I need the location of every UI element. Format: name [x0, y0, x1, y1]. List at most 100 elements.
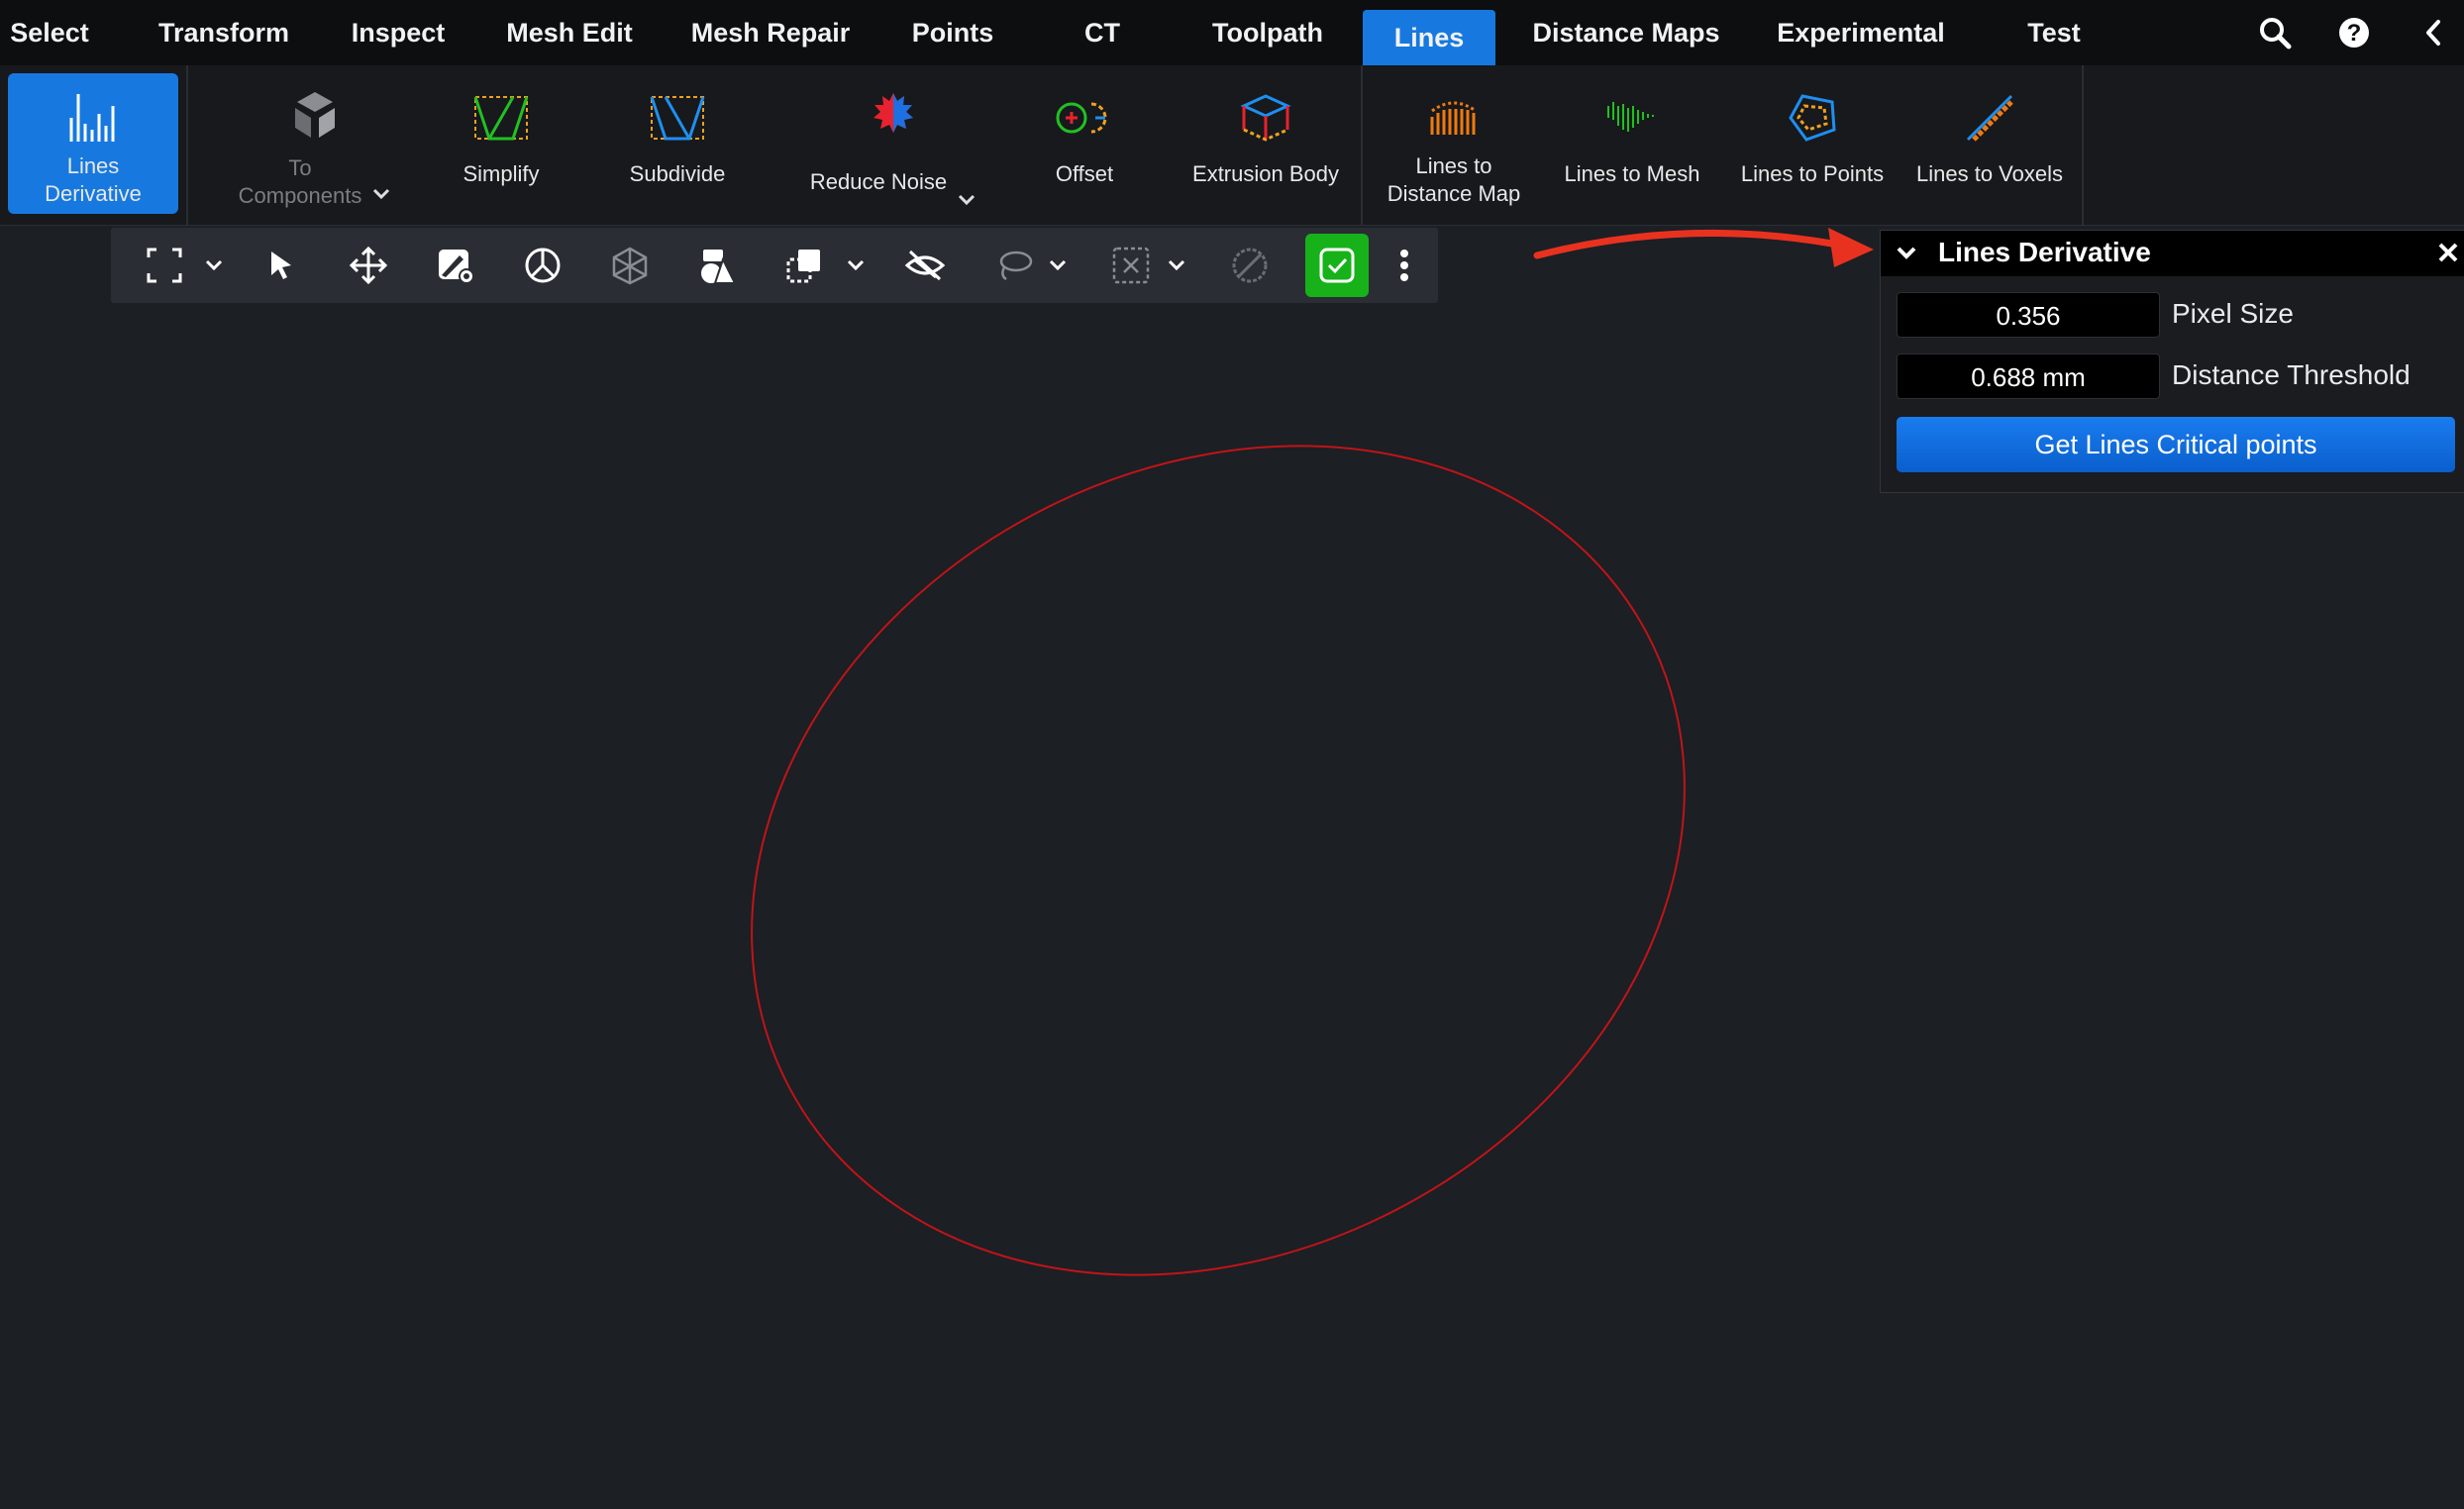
- ribbon-label: Simplify: [462, 161, 540, 186]
- tab-ct[interactable]: CT: [1070, 0, 1135, 65]
- chevron-down-icon[interactable]: [1042, 228, 1074, 303]
- tab-label: Mesh Edit: [506, 17, 633, 48]
- wireframe-cube-icon[interactable]: [598, 228, 662, 303]
- fit-view-icon[interactable]: [133, 228, 196, 303]
- divider: [2082, 65, 2084, 225]
- select-cursor-icon[interactable]: [250, 228, 313, 303]
- annotation-arrow: [1533, 229, 1836, 259]
- tab-label: Transform: [157, 17, 290, 48]
- paint-settings-icon[interactable]: [424, 228, 487, 303]
- move-icon[interactable]: [337, 228, 400, 303]
- reduce-noise-button[interactable]: Reduce Noise: [796, 73, 990, 214]
- lines-to-mesh-icon: [1597, 83, 1667, 152]
- tab-toolpath[interactable]: Toolpath: [1194, 0, 1341, 65]
- annotation-arrowhead: [1828, 228, 1874, 267]
- close-icon[interactable]: [2437, 242, 2459, 268]
- chevron-down-icon[interactable]: [371, 152, 391, 208]
- chevron-down-icon[interactable]: [198, 228, 230, 303]
- ribbon-label: Offset: [1055, 161, 1114, 186]
- chevron-down-icon[interactable]: [957, 158, 976, 214]
- pixel-size-field[interactable]: 0.356: [1897, 292, 2160, 338]
- ribbon-label: Extrusion Body: [1192, 161, 1339, 186]
- pixel-size-label: Pixel Size: [2172, 298, 2294, 329]
- viewport-canvas: [751, 228, 1874, 1276]
- lines-derivative-icon: [58, 83, 128, 152]
- tab-inspect[interactable]: Inspect: [343, 0, 454, 65]
- tab-experimental[interactable]: Experimental: [1769, 0, 1953, 65]
- lines-to-voxels-icon: [1955, 83, 2024, 152]
- main-tab-bar: Select Transform Inspect Mesh Edit Mesh …: [0, 0, 2464, 66]
- offset-button[interactable]: Offset: [1030, 73, 1139, 214]
- tab-label: Toolpath: [1212, 17, 1323, 48]
- to-components-button[interactable]: To Components: [226, 73, 404, 214]
- distance-threshold-label: Distance Threshold: [2172, 359, 2411, 390]
- lines-to-distance-map-icon: [1419, 83, 1489, 152]
- panel-title: Lines Derivative: [1938, 237, 2151, 267]
- hide-icon[interactable]: [893, 228, 957, 303]
- to-components-icon: [280, 83, 350, 152]
- ribbon-label: Lines to Mesh: [1564, 161, 1700, 186]
- peace-icon[interactable]: [511, 228, 574, 303]
- lines-to-points-icon: [1778, 83, 1847, 152]
- viewport-toolbar: [111, 228, 1438, 303]
- extrusion-body-icon: [1231, 83, 1300, 152]
- get-lines-critical-points-button[interactable]: Get Lines Critical points: [1897, 417, 2455, 472]
- tab-lines[interactable]: Lines: [1363, 10, 1495, 65]
- ribbon-label: Lines to Points: [1740, 161, 1885, 186]
- lines-to-distance-map-button[interactable]: Lines to Distance Map: [1377, 73, 1531, 214]
- ribbon-label: Lines to Distance Map: [1386, 153, 1521, 206]
- collapse-icon[interactable]: [2401, 0, 2464, 65]
- lines-to-points-button[interactable]: Lines to Points: [1731, 73, 1894, 214]
- divider: [186, 65, 188, 225]
- shapes-icon[interactable]: [685, 228, 749, 303]
- simplify-icon: [466, 83, 536, 152]
- copy-icon[interactable]: [772, 228, 836, 303]
- cancel-icon[interactable]: [1218, 228, 1282, 303]
- ribbon-toolbar: Lines Derivative To Components Simplify …: [0, 65, 2464, 226]
- ribbon-label: Subdivide: [629, 161, 726, 186]
- tab-label: Distance Maps: [1532, 17, 1720, 48]
- more-icon[interactable]: [1388, 228, 1420, 303]
- ribbon-label: Lines to Voxels: [1916, 161, 2063, 186]
- lines-to-mesh-button[interactable]: Lines to Mesh: [1555, 73, 1709, 214]
- svg-text:?: ?: [2347, 20, 2362, 47]
- extrusion-body-button[interactable]: Extrusion Body: [1177, 73, 1355, 214]
- help-icon[interactable]: ?: [2321, 0, 2387, 65]
- simplify-button[interactable]: Simplify: [432, 73, 570, 214]
- tab-points[interactable]: Points: [895, 0, 1010, 65]
- tab-label: Experimental: [1777, 17, 1945, 48]
- tab-label: Points: [911, 17, 994, 48]
- divider: [1361, 65, 1363, 225]
- lasso-icon[interactable]: [982, 228, 1046, 303]
- panel-header: Lines Derivative: [1881, 231, 2464, 276]
- tab-label: CT: [1084, 17, 1120, 48]
- tab-mesh-edit[interactable]: Mesh Edit: [495, 0, 644, 65]
- tab-label: Test: [2027, 17, 2081, 48]
- lines-derivative-button[interactable]: Lines Derivative: [8, 73, 178, 214]
- search-icon[interactable]: [2242, 0, 2308, 65]
- tab-transform[interactable]: Transform: [141, 0, 307, 65]
- ribbon-label: Lines Derivative: [45, 153, 142, 206]
- collapse-chevron-icon[interactable]: [1895, 241, 1918, 269]
- ribbon-label: To Components: [238, 155, 362, 208]
- lines-to-voxels-button[interactable]: Lines to Voxels: [1907, 73, 2072, 214]
- tab-mesh-repair[interactable]: Mesh Repair: [683, 0, 858, 65]
- deselect-box-icon[interactable]: [1099, 228, 1163, 303]
- offset-icon: [1050, 83, 1119, 152]
- tab-label: Select: [10, 17, 89, 48]
- tab-label: Inspect: [351, 17, 446, 48]
- distance-threshold-field[interactable]: 0.688 mm: [1897, 353, 2160, 399]
- chevron-down-icon[interactable]: [1161, 228, 1192, 303]
- chevron-down-icon[interactable]: [840, 228, 872, 303]
- reduce-noise-icon: [859, 83, 928, 143]
- subdivide-icon: [643, 83, 712, 152]
- confirm-icon[interactable]: [1305, 228, 1369, 303]
- tab-label: Lines: [1393, 22, 1465, 52]
- lines-derivative-panel: Lines Derivative 0.356 Pixel Size 0.688 …: [1880, 230, 2464, 493]
- tab-select[interactable]: Select: [0, 0, 99, 65]
- tab-test[interactable]: Test: [2014, 0, 2094, 65]
- ribbon-label: Reduce Noise: [809, 169, 948, 194]
- tab-distance-maps[interactable]: Distance Maps: [1525, 0, 1727, 65]
- tab-label: Mesh Repair: [690, 17, 851, 48]
- subdivide-button[interactable]: Subdivide: [606, 73, 749, 214]
